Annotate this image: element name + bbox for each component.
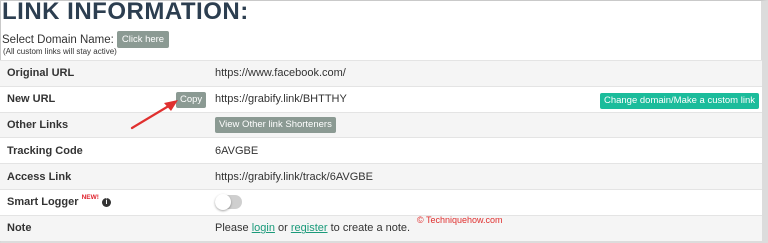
tracking-code-label: Tracking Code (0, 137, 209, 164)
note-text-after: to create a note. (327, 222, 411, 235)
new-url-value-cell: https://grabify.link/BHTTHY Change domai… (209, 85, 762, 113)
click-here-button[interactable]: Click here (116, 31, 170, 48)
info-circle-icon[interactable]: i (101, 197, 111, 207)
toggle-knob (215, 194, 231, 211)
smart-logger-cell: Smart Logger NEW! i (0, 188, 209, 216)
smart-logger-toggle-cell (209, 188, 762, 216)
link-info-table: Original URL https://www.facebook.com/ N… (0, 60, 762, 242)
original-url-label: Original URL (0, 60, 209, 87)
note-label: Note (0, 214, 209, 242)
red-arrow-annotation (130, 100, 178, 130)
change-domain-button[interactable]: Change domain/Make a custom link (599, 92, 759, 109)
smart-logger-toggle[interactable] (215, 194, 242, 211)
table-row-smart-logger: Smart Logger NEW! i (0, 188, 762, 216)
note-text-middle: or (274, 222, 291, 235)
copy-button[interactable]: Copy (176, 91, 207, 108)
table-row-other-links: Other Links View Other link Shorteners (0, 111, 762, 138)
new-badge: NEW! (81, 194, 99, 202)
access-link-label: Access Link (0, 163, 209, 190)
custom-links-note: (All custom links will stay active) (3, 47, 117, 56)
table-row-tracking-code: Tracking Code 6AVGBE (0, 137, 762, 164)
other-links-cell: View Other link Shorteners (209, 111, 762, 138)
new-url-label: New URL (7, 93, 56, 106)
original-url-value: https://www.facebook.com/ (209, 60, 762, 87)
domain-select-row: Select Domain Name: Click here (2, 31, 170, 48)
page-title: LINK INFORMATION: (2, 0, 249, 25)
view-shorteners-button[interactable]: View Other link Shorteners (215, 116, 336, 133)
login-link[interactable]: login (252, 222, 275, 234)
note-text-before: Please (215, 222, 252, 235)
watermark: © Techniquehow.com (417, 215, 503, 225)
tracking-code-value: 6AVGBE (209, 137, 762, 164)
table-row-note: Note Please login or register to create … (0, 214, 762, 242)
table-row-new-url: New URL Copy https://grabify.link/BHTTHY… (0, 85, 762, 113)
table-row-original-url: Original URL https://www.facebook.com/ (0, 60, 762, 87)
domain-prompt: Select Domain Name: (2, 33, 114, 46)
new-url-value: https://grabify.link/BHTTHY (215, 93, 347, 106)
smart-logger-label: Smart Logger (7, 196, 79, 209)
table-row-access-link: Access Link https://grabify.link/track/6… (0, 163, 762, 190)
register-link[interactable]: register (291, 222, 328, 234)
access-link-value: https://grabify.link/track/6AVGBE (209, 163, 762, 190)
